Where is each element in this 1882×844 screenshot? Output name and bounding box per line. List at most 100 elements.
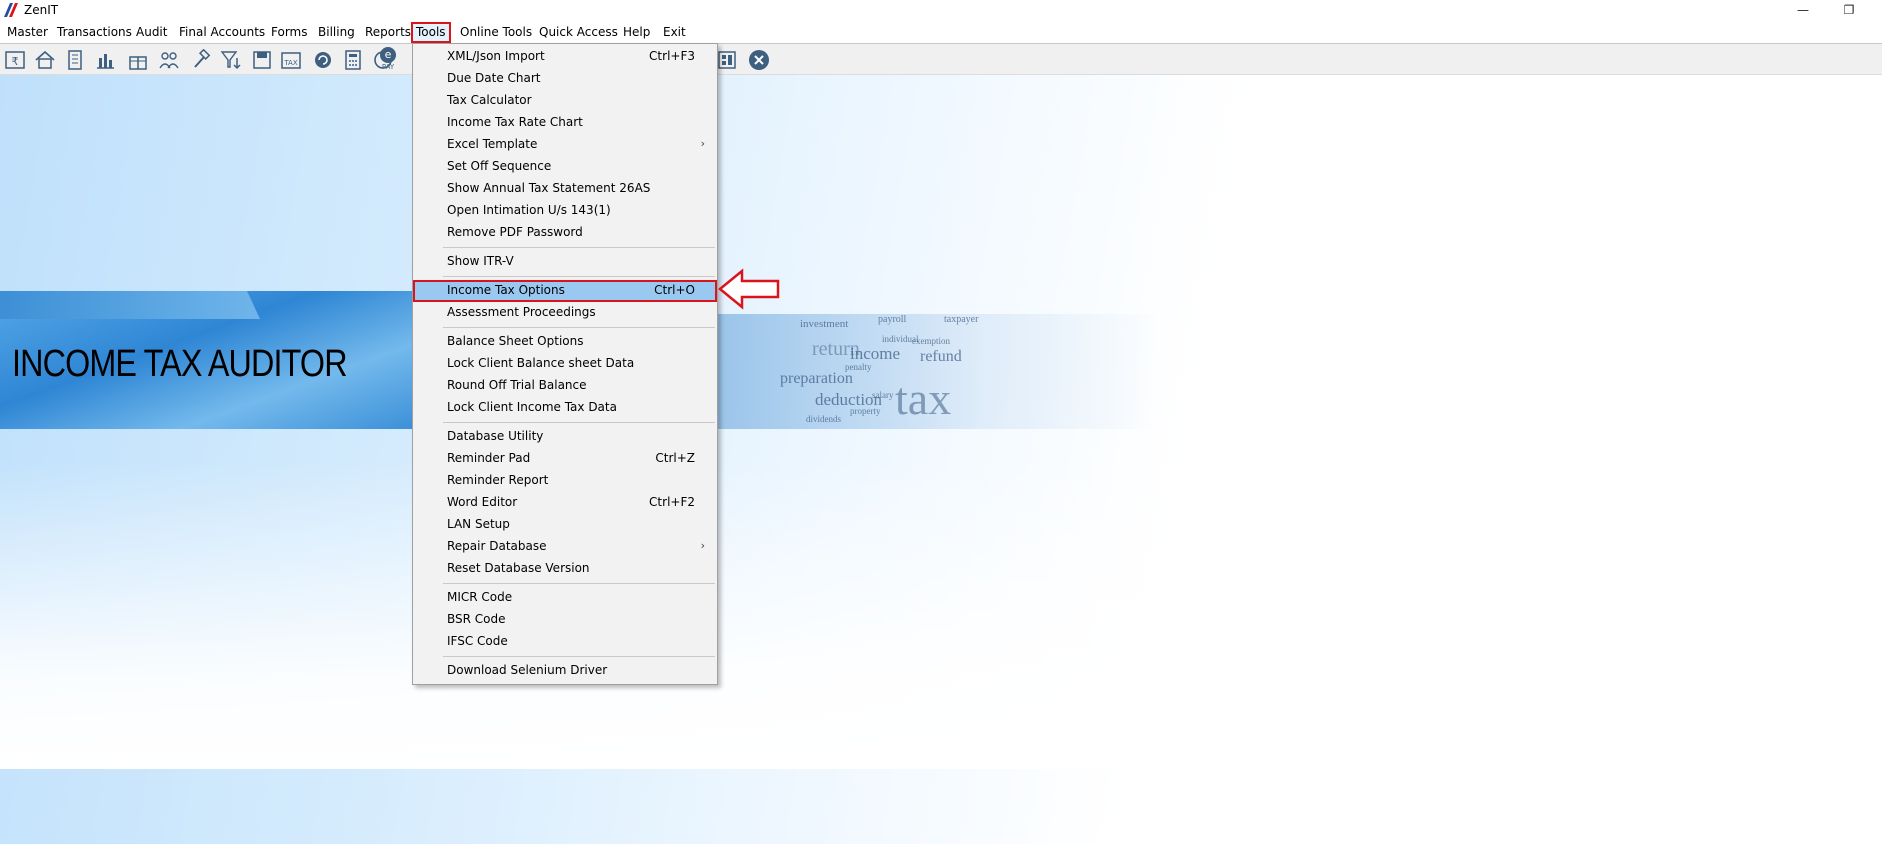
menu-exit[interactable]: Exit bbox=[662, 24, 687, 41]
e-pay-button[interactable]: e PAY bbox=[377, 47, 399, 73]
menu-item-repair-database[interactable]: Repair Database › bbox=[413, 536, 717, 558]
banner-word: payroll bbox=[878, 314, 907, 325]
menu-item-round-off-trial-balance[interactable]: Round Off Trial Balance bbox=[413, 375, 717, 397]
menu-item-shortcut: Ctrl+Z bbox=[655, 451, 695, 465]
menu-item-label: BSR Code bbox=[447, 612, 506, 626]
gift-icon[interactable] bbox=[127, 49, 149, 71]
menu-item-lock-client-balance-sheet-data[interactable]: Lock Client Balance sheet Data bbox=[413, 353, 717, 375]
menu-item-label: Lock Client Income Tax Data bbox=[447, 400, 617, 414]
bar-chart-icon[interactable] bbox=[94, 49, 116, 71]
tax-icon[interactable]: TAX bbox=[280, 49, 302, 71]
menu-item-shortcut: Ctrl+F2 bbox=[649, 495, 695, 509]
chevron-right-icon: › bbox=[700, 137, 705, 150]
menu-item-label: LAN Setup bbox=[447, 517, 510, 531]
menu-item-shortcut: Ctrl+F3 bbox=[649, 49, 695, 63]
banner-word: tax bbox=[895, 373, 952, 424]
menu-item-label: Download Selenium Driver bbox=[447, 663, 608, 677]
menu-item-database-utility[interactable]: Database Utility bbox=[413, 426, 717, 448]
minimize-button[interactable]: — bbox=[1780, 0, 1826, 22]
menu-reports[interactable]: Reports bbox=[364, 24, 412, 41]
menu-item-balance-sheet-options[interactable]: Balance Sheet Options bbox=[413, 331, 717, 353]
menu-item-download-selenium-driver[interactable]: Download Selenium Driver bbox=[413, 660, 717, 682]
building-icon[interactable] bbox=[64, 49, 86, 71]
restore-button[interactable]: ❐ bbox=[1826, 0, 1872, 22]
menu-item-label: Excel Template bbox=[447, 137, 538, 151]
tax-icon-text: TAX bbox=[283, 59, 298, 67]
rupee-book-icon[interactable]: ₹ bbox=[4, 49, 26, 71]
banner-tab bbox=[0, 291, 260, 319]
banner-word: refund bbox=[920, 348, 962, 365]
minimize-icon: — bbox=[1797, 3, 1809, 17]
menu-billing[interactable]: Billing bbox=[317, 24, 356, 41]
title-bar: ZenIT — ❐ bbox=[0, 0, 1882, 22]
hammer-icon[interactable] bbox=[190, 49, 212, 71]
menu-item-income-tax-rate-chart[interactable]: Income Tax Rate Chart bbox=[413, 112, 717, 134]
menu-item-label: Show ITR-V bbox=[447, 254, 514, 268]
menu-item-open-intimation-u-s-143-1[interactable]: Open Intimation U/s 143(1) bbox=[413, 200, 717, 222]
filter-download-icon[interactable] bbox=[220, 49, 242, 71]
dashboard-icon[interactable] bbox=[716, 49, 738, 71]
menu-item-label: Database Utility bbox=[447, 429, 544, 443]
menu-forms[interactable]: Forms bbox=[270, 24, 308, 41]
menu-item-due-date-chart[interactable]: Due Date Chart bbox=[413, 68, 717, 90]
menu-item-label: Remove PDF Password bbox=[447, 225, 583, 239]
menu-item-set-off-sequence[interactable]: Set Off Sequence bbox=[413, 156, 717, 178]
menu-item-label: Reminder Report bbox=[447, 473, 549, 487]
home-icon[interactable] bbox=[34, 49, 56, 71]
menu-item-remove-pdf-password[interactable]: Remove PDF Password bbox=[413, 222, 717, 244]
menu-online-tools[interactable]: Online Tools bbox=[459, 24, 533, 41]
e-icon: e bbox=[380, 47, 396, 63]
menu-item-bsr-code[interactable]: BSR Code bbox=[413, 609, 717, 631]
banner-word: salary bbox=[872, 390, 894, 400]
menu-audit[interactable]: Audit bbox=[135, 24, 168, 41]
banner-word: taxpayer bbox=[944, 314, 979, 325]
svg-text:₹: ₹ bbox=[12, 55, 19, 68]
menu-item-tax-calculator[interactable]: Tax Calculator bbox=[413, 90, 717, 112]
calculator-icon[interactable] bbox=[342, 49, 364, 71]
menu-item-label: Word Editor bbox=[447, 495, 518, 509]
menu-quick-access[interactable]: Quick Access bbox=[538, 24, 619, 41]
menu-separator bbox=[443, 327, 715, 328]
banner-word: preparation bbox=[780, 370, 853, 387]
menu-separator bbox=[443, 583, 715, 584]
menu-item-lock-client-income-tax-data[interactable]: Lock Client Income Tax Data bbox=[413, 397, 717, 419]
callout-arrow-icon bbox=[718, 268, 780, 310]
refresh-icon[interactable] bbox=[312, 49, 334, 71]
menu-separator bbox=[443, 276, 715, 277]
menu-item-label: XML/Json Import bbox=[447, 49, 545, 63]
menu-help[interactable]: Help bbox=[622, 24, 651, 41]
restore-icon: ❐ bbox=[1843, 3, 1855, 17]
menu-item-income-tax-options[interactable]: Income Tax Options Ctrl+O bbox=[413, 280, 717, 302]
banner-word: exemption bbox=[912, 336, 950, 346]
menu-item-ifsc-code[interactable]: IFSC Code bbox=[413, 631, 717, 653]
menu-transactions[interactable]: Transactions bbox=[56, 24, 133, 41]
menu-item-reminder-report[interactable]: Reminder Report bbox=[413, 470, 717, 492]
menu-final-accounts[interactable]: Final Accounts bbox=[178, 24, 266, 41]
menu-item-xml-json-import[interactable]: XML/Json Import Ctrl+F3 bbox=[413, 46, 717, 68]
menu-master[interactable]: Master bbox=[6, 24, 49, 41]
menu-item-show-itr-v[interactable]: Show ITR-V bbox=[413, 251, 717, 273]
menu-item-reminder-pad[interactable]: Reminder Pad Ctrl+Z bbox=[413, 448, 717, 470]
users-icon[interactable] bbox=[158, 49, 180, 71]
menu-separator bbox=[443, 422, 715, 423]
menu-item-label: MICR Code bbox=[447, 590, 513, 604]
workspace-fade bbox=[0, 460, 1882, 769]
pay-icon-label: PAY bbox=[381, 63, 395, 71]
menu-item-lan-setup[interactable]: LAN Setup bbox=[413, 514, 717, 536]
close-circle-icon[interactable] bbox=[748, 49, 770, 71]
menu-item-show-annual-tax-statement-26as[interactable]: Show Annual Tax Statement 26AS bbox=[413, 178, 717, 200]
banner-word: dividends bbox=[806, 414, 841, 424]
menu-item-label: Round Off Trial Balance bbox=[447, 378, 587, 392]
menu-item-excel-template[interactable]: Excel Template › bbox=[413, 134, 717, 156]
menu-item-label: Reminder Pad bbox=[447, 451, 531, 465]
menu-separator bbox=[443, 247, 715, 248]
save-icon[interactable] bbox=[251, 49, 273, 71]
banner-word: property bbox=[850, 406, 881, 416]
zenit-logo-icon bbox=[4, 3, 18, 17]
menu-item-assessment-proceedings[interactable]: Assessment Proceedings bbox=[413, 302, 717, 324]
menu-item-word-editor[interactable]: Word Editor Ctrl+F2 bbox=[413, 492, 717, 514]
menu-tools[interactable]: Tools bbox=[411, 22, 451, 43]
menu-item-reset-database-version[interactable]: Reset Database Version bbox=[413, 558, 717, 580]
menu-item-micr-code[interactable]: MICR Code bbox=[413, 587, 717, 609]
menu-item-label: Show Annual Tax Statement 26AS bbox=[447, 181, 651, 195]
